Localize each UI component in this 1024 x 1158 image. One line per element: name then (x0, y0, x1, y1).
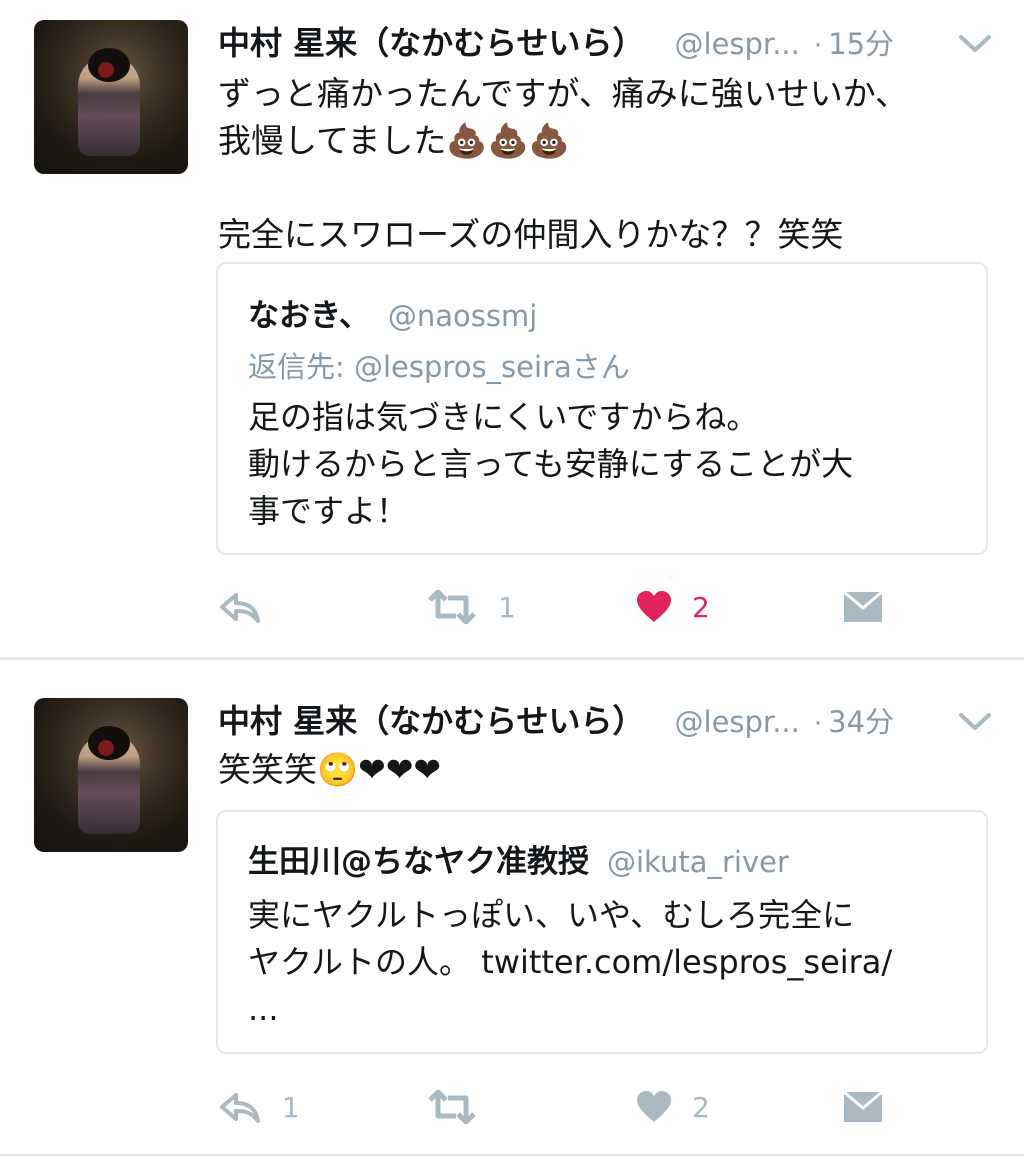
reply-icon (218, 591, 262, 623)
tweet-header: 中村 星来（なかむらせいら） @lespr... · 15分 (218, 18, 894, 62)
separator: · (813, 709, 823, 739)
envelope-icon (842, 590, 884, 624)
quoted-author: 生田川@ちなヤク准教授 @ikuta_river (248, 836, 789, 881)
display-name[interactable]: 中村 星来（なかむらせいら） (218, 18, 645, 64)
heart-icon (636, 1090, 672, 1124)
timestamp[interactable]: 34分 (828, 699, 894, 741)
reply-suffix: さん (571, 350, 630, 384)
tweet[interactable]: 中村 星来（なかむらせいら） @lespr... · 15分 ずっと痛かったんで… (0, 0, 1024, 658)
avatar-eye (98, 740, 114, 756)
reply-icon (218, 1091, 262, 1123)
user-handle[interactable]: @lespr... (675, 27, 800, 61)
quoted-tweet[interactable]: なおき、 @naossmj 返信先: @lespros_seiraさん 足の指は気… (216, 262, 988, 555)
timestamp[interactable]: 15分 (828, 21, 894, 63)
avatar[interactable] (34, 698, 188, 852)
reply-context: 返信先: @lespros_seiraさん (248, 344, 630, 386)
tweet-header: 中村 星来（なかむらせいら） @lespr... · 34分 (218, 696, 894, 740)
quoted-text: 実にヤクルトっぽい、いや、むしろ完全に ヤクルトの人。 twitter.com/… (248, 892, 968, 1033)
reply-count: 1 (282, 1090, 300, 1124)
retweet-icon (426, 1090, 478, 1124)
envelope-icon (842, 1090, 884, 1124)
like-button[interactable]: 2 (636, 1082, 710, 1132)
avatar[interactable] (34, 20, 188, 174)
reply-to-handle[interactable]: @lespros_seira (354, 350, 572, 384)
quoted-handle: @ikuta_river (607, 845, 789, 879)
tweet-actions: 1 2 (0, 582, 1024, 632)
separator: · (813, 31, 823, 61)
avatar-eye (98, 62, 114, 78)
dm-button[interactable] (842, 1082, 884, 1132)
like-count: 2 (692, 1090, 710, 1124)
quoted-text: 足の指は気づきにくいですからね。 動けるからと言っても安静にすることが大 事です… (248, 398, 854, 530)
tweet-actions: 1 2 (0, 1082, 1024, 1132)
tweet-text: 笑笑笑🙄❤❤❤ (218, 750, 442, 789)
quoted-link[interactable]: twitter.com/lespros_seira/ (481, 943, 892, 981)
like-count: 2 (692, 590, 710, 624)
chevron-down-icon[interactable] (958, 712, 992, 736)
reply-button[interactable] (218, 582, 262, 632)
quoted-tweet[interactable]: 生田川@ちなヤク准教授 @ikuta_river 実にヤクルトっぽい、いや、むしろ… (216, 810, 988, 1054)
retweet-count: 1 (498, 590, 516, 624)
dm-button[interactable] (842, 582, 884, 632)
quoted-author: なおき、 @naossmj (248, 290, 537, 335)
tweet-text: ずっと痛かったんですが、痛みに強いせいか、 我慢してました💩💩💩 完全にスワロー… (218, 74, 909, 254)
tweet[interactable]: 中村 星来（なかむらせいら） @lespr... · 34分 笑笑笑🙄❤❤❤ 生… (0, 660, 1024, 1158)
retweet-icon (426, 590, 478, 624)
reply-label: 返信先: (248, 350, 354, 384)
heart-filled-icon (636, 590, 672, 624)
quoted-name: なおき、 (248, 298, 370, 334)
user-handle[interactable]: @lespr... (675, 705, 800, 739)
quoted-ellipsis: ... (248, 990, 279, 1028)
like-button[interactable]: 2 (636, 582, 710, 632)
retweet-button[interactable] (426, 1082, 478, 1132)
quoted-handle: @naossmj (387, 299, 538, 333)
retweet-button[interactable]: 1 (426, 582, 516, 632)
display-name[interactable]: 中村 星来（なかむらせいら） (218, 696, 645, 742)
divider (0, 1154, 1024, 1156)
reply-button[interactable]: 1 (218, 1082, 300, 1132)
quoted-name: 生田川@ちなヤク准教授 (248, 844, 589, 880)
chevron-down-icon[interactable] (958, 34, 992, 58)
